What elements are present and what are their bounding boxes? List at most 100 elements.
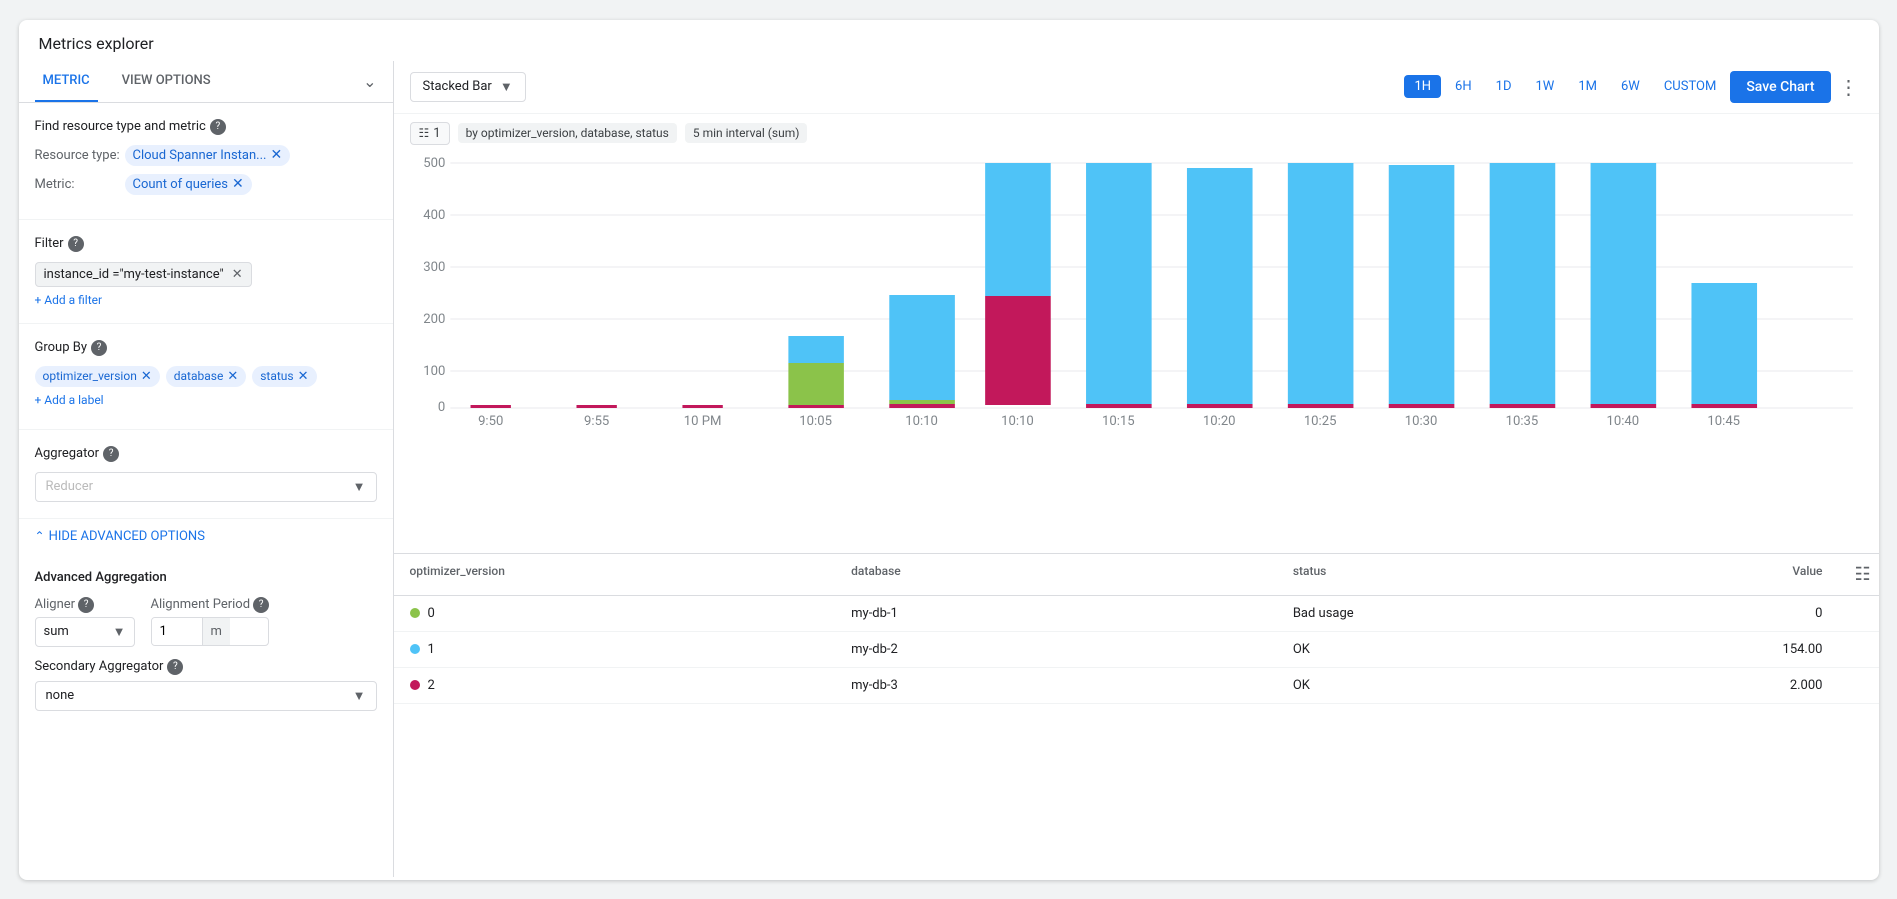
th-value: Value xyxy=(1718,554,1838,595)
resource-help-icon[interactable]: ? xyxy=(210,119,226,135)
svg-text:9:55: 9:55 xyxy=(584,414,609,429)
filter-title: Filter ? xyxy=(35,236,377,252)
group-by-title: Group By ? xyxy=(35,340,377,356)
chart-area: 500 400 300 200 100 0 xyxy=(394,153,1879,553)
table-header: optimizer_version database status Value … xyxy=(394,554,1879,596)
filter-by-tag: by optimizer_version, database, status xyxy=(458,123,677,143)
collapse-icon[interactable]: ⌄ xyxy=(363,72,376,91)
td-status-2: OK xyxy=(1277,668,1719,703)
time-range-buttons: 1H 6H 1D 1W 1M 6W CUSTOM Save Chart ⋮ xyxy=(1404,71,1862,103)
filter-chip-instance[interactable]: instance_id ="my-test-instance" ✕ xyxy=(35,262,252,287)
td-value-1: 154.00 xyxy=(1718,632,1838,667)
app-title: Metrics explorer xyxy=(19,20,1879,61)
chevron-up-icon: ⌃ xyxy=(35,529,45,543)
resource-type-row: Resource type: Cloud Spanner Instan... ✕ xyxy=(35,145,377,166)
svg-text:200: 200 xyxy=(423,312,445,327)
secondary-agg-select[interactable]: none ▼ xyxy=(35,681,377,711)
filter-chip-remove[interactable]: ✕ xyxy=(232,267,243,282)
th-status: status xyxy=(1277,554,1719,595)
metric-remove[interactable]: ✕ xyxy=(232,177,244,191)
group-chip-optimizer[interactable]: optimizer_version ✕ xyxy=(35,366,160,387)
svg-text:10:10: 10:10 xyxy=(1001,414,1034,429)
aggregator-select[interactable]: Reducer ▼ xyxy=(35,472,377,502)
chart-type-arrow-icon: ▼ xyxy=(500,79,513,95)
group-chip-database-remove[interactable]: ✕ xyxy=(227,369,238,384)
group-chip-status[interactable]: status ✕ xyxy=(252,366,316,387)
chart-type-select[interactable]: Stacked Bar ▼ xyxy=(410,72,526,102)
filter-count: 1 xyxy=(433,126,440,141)
resource-type-remove[interactable]: ✕ xyxy=(270,148,282,162)
time-btn-6w[interactable]: 6W xyxy=(1611,75,1650,98)
td-optimizer-0: 0 xyxy=(394,596,836,631)
th-optimizer: optimizer_version xyxy=(394,554,836,595)
svg-text:10:05: 10:05 xyxy=(799,414,832,429)
aligner-group: Aligner ? sum ▼ xyxy=(35,597,135,647)
aligner-select[interactable]: sum ▼ xyxy=(35,617,135,647)
svg-text:10 PM: 10 PM xyxy=(683,414,721,429)
resource-type-chip[interactable]: Cloud Spanner Instan... ✕ xyxy=(125,145,291,166)
period-label: Alignment Period ? xyxy=(151,597,270,613)
filter-count-badge[interactable]: ☷ 1 xyxy=(410,122,450,145)
time-btn-6h[interactable]: 6H xyxy=(1445,75,1482,98)
secondary-agg-label: Secondary Aggregator ? xyxy=(35,659,377,675)
period-input[interactable]: 1 xyxy=(152,618,202,645)
resource-metric-section: Find resource type and metric ? Resource… xyxy=(19,103,393,220)
filter-bar: ☷ 1 by optimizer_version, database, stat… xyxy=(394,114,1879,153)
save-chart-button[interactable]: Save Chart xyxy=(1730,71,1830,103)
add-label-link[interactable]: + Add a label xyxy=(35,393,104,407)
time-btn-1d[interactable]: 1D xyxy=(1486,75,1522,98)
time-btn-1m[interactable]: 1M xyxy=(1568,75,1607,98)
th-grid[interactable]: ☷ xyxy=(1838,554,1878,595)
group-help-icon[interactable]: ? xyxy=(91,340,107,356)
group-chip-status-remove[interactable]: ✕ xyxy=(298,369,309,384)
table-row: 1 my-db-2 OK 154.00 xyxy=(394,632,1879,668)
time-btn-1w[interactable]: 1W xyxy=(1525,75,1564,98)
secondary-agg-value: none xyxy=(46,688,75,703)
period-help-icon[interactable]: ? xyxy=(253,597,269,613)
tab-metric[interactable]: METRIC xyxy=(35,61,98,102)
app-container: Metrics explorer METRIC VIEW OPTIONS ⌄ F… xyxy=(19,20,1879,880)
hide-advanced-toggle[interactable]: ⌃ HIDE ADVANCED OPTIONS xyxy=(19,519,393,554)
svg-text:10:45: 10:45 xyxy=(1707,414,1740,429)
th-database: database xyxy=(835,554,1277,595)
legend-dot-2 xyxy=(410,680,420,690)
legend-dot-1 xyxy=(410,644,420,654)
secondary-help-icon[interactable]: ? xyxy=(167,659,183,675)
aligner-help-icon[interactable]: ? xyxy=(78,597,94,613)
aggregator-help-icon[interactable]: ? xyxy=(103,446,119,462)
group-chip-optimizer-remove[interactable]: ✕ xyxy=(141,369,152,384)
group-chip-database[interactable]: database ✕ xyxy=(166,366,246,387)
left-panel: METRIC VIEW OPTIONS ⌄ Find resource type… xyxy=(19,61,394,877)
filter-chips: instance_id ="my-test-instance" ✕ xyxy=(35,262,377,287)
add-filter-link[interactable]: + Add a filter xyxy=(35,293,377,307)
legend-dot-0 xyxy=(410,608,420,618)
svg-text:10:15: 10:15 xyxy=(1102,414,1135,429)
aggregator-value: Reducer xyxy=(46,479,94,494)
svg-text:10:30: 10:30 xyxy=(1404,414,1437,429)
chart-svg: 500 400 300 200 100 0 xyxy=(410,153,1863,433)
resource-type-label: Resource type: xyxy=(35,148,125,163)
period-unit: m xyxy=(202,618,230,645)
filter-help-icon[interactable]: ? xyxy=(68,236,84,252)
td-extra-1 xyxy=(1838,639,1878,659)
aligner-row: Aligner ? sum ▼ Alignment Period ? xyxy=(35,597,377,647)
grid-icon[interactable]: ☷ xyxy=(1854,564,1870,585)
advanced-section: Advanced Aggregation Aligner ? sum ▼ xyxy=(19,554,393,727)
table-row: 0 my-db-1 Bad usage 0 xyxy=(394,596,1879,632)
td-extra-2 xyxy=(1838,675,1878,695)
time-btn-custom[interactable]: CUSTOM xyxy=(1654,75,1726,98)
time-btn-1h[interactable]: 1H xyxy=(1404,75,1441,98)
group-by-section: Group By ? optimizer_version ✕ database … xyxy=(19,324,393,430)
td-database-2: my-db-3 xyxy=(835,668,1277,703)
data-table: optimizer_version database status Value … xyxy=(394,553,1879,704)
tabs-row: METRIC VIEW OPTIONS ⌄ xyxy=(19,61,393,103)
more-options-icon[interactable]: ⋮ xyxy=(1835,71,1863,103)
td-database-0: my-db-1 xyxy=(835,596,1277,631)
svg-text:9:50: 9:50 xyxy=(478,414,503,429)
right-panel: Stacked Bar ▼ 1H 6H 1D 1W 1M 6W CUSTOM S… xyxy=(394,61,1879,877)
aggregator-section: Aggregator ? Reducer ▼ xyxy=(19,430,393,519)
metric-chip[interactable]: Count of queries ✕ xyxy=(125,174,252,195)
chart-toolbar: Stacked Bar ▼ 1H 6H 1D 1W 1M 6W CUSTOM S… xyxy=(394,61,1879,114)
td-optimizer-2: 2 xyxy=(394,668,836,703)
tab-view-options[interactable]: VIEW OPTIONS xyxy=(114,61,219,102)
